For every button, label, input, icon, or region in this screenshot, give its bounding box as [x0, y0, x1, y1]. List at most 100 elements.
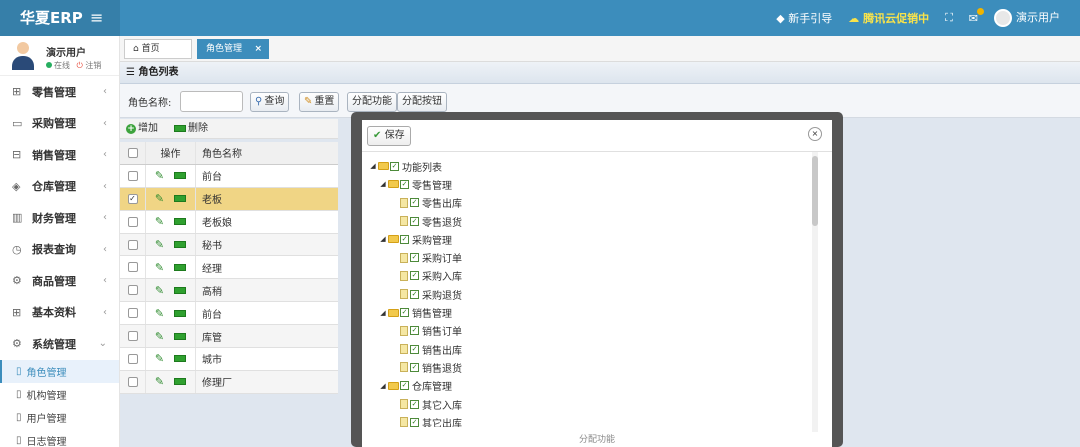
row-checkbox[interactable]	[127, 331, 138, 342]
sidebar-item-reports[interactable]: ◷ 报表查询 ‹	[0, 234, 119, 266]
edit-icon[interactable]: ✎	[155, 352, 164, 365]
row-checkbox[interactable]	[127, 170, 138, 181]
close-icon[interactable]: ×	[808, 127, 822, 141]
tree-checkbox[interactable]: ✓	[390, 161, 399, 171]
edit-icon[interactable]: ✎	[155, 215, 164, 228]
tree-checkbox[interactable]: ✓	[410, 362, 419, 372]
table-row[interactable]: ✎ 经理	[120, 256, 338, 280]
expand-toggle-icon[interactable]: ◢	[378, 235, 388, 243]
sidebar-item-sales[interactable]: ⊟ 销售管理 ‹	[0, 139, 119, 171]
table-row[interactable]: ✎ 前台	[120, 164, 338, 188]
sidebar-item-products[interactable]: ⚙ 商品管理 ‹	[0, 265, 119, 297]
fullscreen-icon[interactable]: ⛶	[945, 11, 953, 25]
table-row[interactable]: ✎ 城市	[120, 348, 338, 371]
sidebar-item-user-management[interactable]: ▯ 用户管理	[0, 406, 119, 429]
sidebar-item-purchase[interactable]: ▭ 采购管理 ‹	[0, 108, 119, 140]
tree-checkbox[interactable]: ✓	[400, 308, 409, 318]
mail-icon[interactable]: ✉	[969, 7, 984, 25]
guide-link[interactable]: ◆ 新手引导	[776, 10, 832, 26]
expand-toggle-icon[interactable]: ◢	[378, 309, 388, 317]
assign-function-button[interactable]: 分配功能	[347, 92, 397, 112]
tree-node[interactable]: ✓ 采购入库	[368, 267, 818, 285]
table-row[interactable]: ✎ 老板娘	[120, 210, 338, 234]
sidebar-item-finance[interactable]: ▥ 财务管理 ‹	[0, 202, 119, 234]
expand-toggle-icon[interactable]: ◢	[368, 162, 378, 170]
save-button[interactable]: ✔ 保存	[367, 126, 411, 146]
user-menu[interactable]: 演示用户	[994, 9, 1060, 27]
tree-checkbox[interactable]: ✓	[410, 216, 419, 226]
sidebar-item-log-management[interactable]: ▯ 日志管理	[0, 429, 119, 447]
sidebar-item-basic[interactable]: ⊞ 基本资料 ‹	[0, 297, 119, 329]
promo-link[interactable]: ☁ 腾讯云促销中	[848, 10, 929, 26]
sidebar-item-org-management[interactable]: ▯ 机构管理	[0, 383, 119, 406]
tree-node[interactable]: ◢ ✓ 功能列表	[368, 157, 818, 175]
sidebar-item-warehouse[interactable]: ◈ 仓库管理 ‹	[0, 171, 119, 203]
expand-toggle-icon[interactable]: ◢	[378, 180, 388, 188]
tab-close-icon[interactable]: ×	[254, 40, 262, 58]
tree-node[interactable]: ✓ 其它入库	[368, 395, 818, 413]
row-checkbox[interactable]	[127, 262, 138, 273]
row-checkbox[interactable]	[127, 216, 138, 227]
tree-node[interactable]: ✓ 销售订单	[368, 322, 818, 340]
logout-link[interactable]: ⏻ 注销	[77, 61, 102, 70]
sidebar-item-role-management[interactable]: ▯ 角色管理	[0, 359, 119, 383]
table-row[interactable]: ✎ 秘书	[120, 233, 338, 257]
tree-node[interactable]: ◢ ✓ 零售管理	[368, 175, 818, 193]
delete-row-icon[interactable]	[174, 218, 187, 226]
delete-row-icon[interactable]	[174, 195, 187, 203]
tree-checkbox[interactable]: ✓	[410, 289, 419, 299]
query-button[interactable]: ⚲ 查询	[250, 92, 290, 112]
edit-icon[interactable]: ✎	[155, 261, 164, 274]
table-row[interactable]: ✎ 前台	[120, 302, 338, 326]
tree-checkbox[interactable]: ✓	[410, 271, 419, 281]
tree-checkbox[interactable]: ✓	[400, 234, 409, 244]
sidebar-item-system[interactable]: ⚙ 系统管理 ⌄	[0, 328, 119, 360]
tree-checkbox[interactable]: ✓	[410, 326, 419, 336]
tree-checkbox[interactable]: ✓	[410, 253, 419, 263]
row-checkbox[interactable]	[127, 376, 138, 387]
delete-row-icon[interactable]	[174, 241, 187, 248]
add-button[interactable]: + 增加	[126, 121, 158, 137]
delete-row-icon[interactable]	[174, 286, 187, 294]
delete-row-icon[interactable]	[174, 355, 187, 363]
edit-icon[interactable]: ✎	[155, 169, 164, 182]
select-all-checkbox[interactable]	[127, 147, 138, 158]
delete-row-icon[interactable]	[174, 332, 187, 340]
edit-icon[interactable]: ✎	[155, 284, 164, 297]
tree-checkbox[interactable]: ✓	[400, 179, 409, 189]
tree-node[interactable]: ◢ ✓ 仓库管理	[368, 377, 818, 395]
tree-checkbox[interactable]: ✓	[400, 381, 409, 391]
delete-row-icon[interactable]	[174, 263, 187, 271]
tree-node[interactable]: ◢ ✓ 销售管理	[368, 303, 818, 321]
row-checkbox[interactable]	[127, 239, 138, 250]
tree-node[interactable]: ◢ ✓ 采购管理	[368, 230, 818, 248]
expand-toggle-icon[interactable]: ◢	[378, 382, 388, 390]
table-row[interactable]: ✓ ✎ 老板	[120, 187, 338, 211]
tree-checkbox[interactable]: ✓	[410, 344, 419, 354]
sidebar-item-retail[interactable]: ⊞ 零售管理 ‹	[0, 76, 119, 108]
reset-button[interactable]: ✎ 重置	[299, 92, 340, 112]
edit-icon[interactable]: ✎	[155, 330, 164, 343]
tree-node[interactable]: ✓ 销售退货	[368, 358, 818, 376]
tree-checkbox[interactable]: ✓	[410, 399, 419, 409]
tab-role-management[interactable]: 角色管理 ×	[197, 39, 269, 59]
tree-node[interactable]: ✓ 采购退货	[368, 285, 818, 303]
delete-button[interactable]: 删除	[174, 121, 208, 137]
scrollbar-thumb[interactable]	[812, 156, 818, 226]
row-checkbox[interactable]	[127, 308, 138, 319]
tree-node[interactable]: ✓ 采购订单	[368, 248, 818, 266]
assign-button-button[interactable]: 分配按钮	[397, 92, 447, 112]
tree-node[interactable]: ✓ 其它出库	[368, 413, 818, 427]
menu-toggle-icon[interactable]: ≡	[90, 0, 103, 36]
edit-icon[interactable]: ✎	[155, 375, 164, 388]
edit-icon[interactable]: ✎	[155, 238, 164, 251]
delete-row-icon[interactable]	[174, 378, 187, 386]
table-row[interactable]: ✎ 修理厂	[120, 370, 338, 394]
tree-checkbox[interactable]: ✓	[410, 417, 419, 427]
row-checkbox[interactable]: ✓	[127, 193, 138, 204]
tree-node[interactable]: ✓ 销售出库	[368, 340, 818, 358]
edit-icon[interactable]: ✎	[155, 192, 164, 205]
tab-home[interactable]: ⌂ 首页	[124, 39, 192, 59]
role-name-input[interactable]	[180, 91, 243, 112]
delete-row-icon[interactable]	[174, 172, 187, 180]
